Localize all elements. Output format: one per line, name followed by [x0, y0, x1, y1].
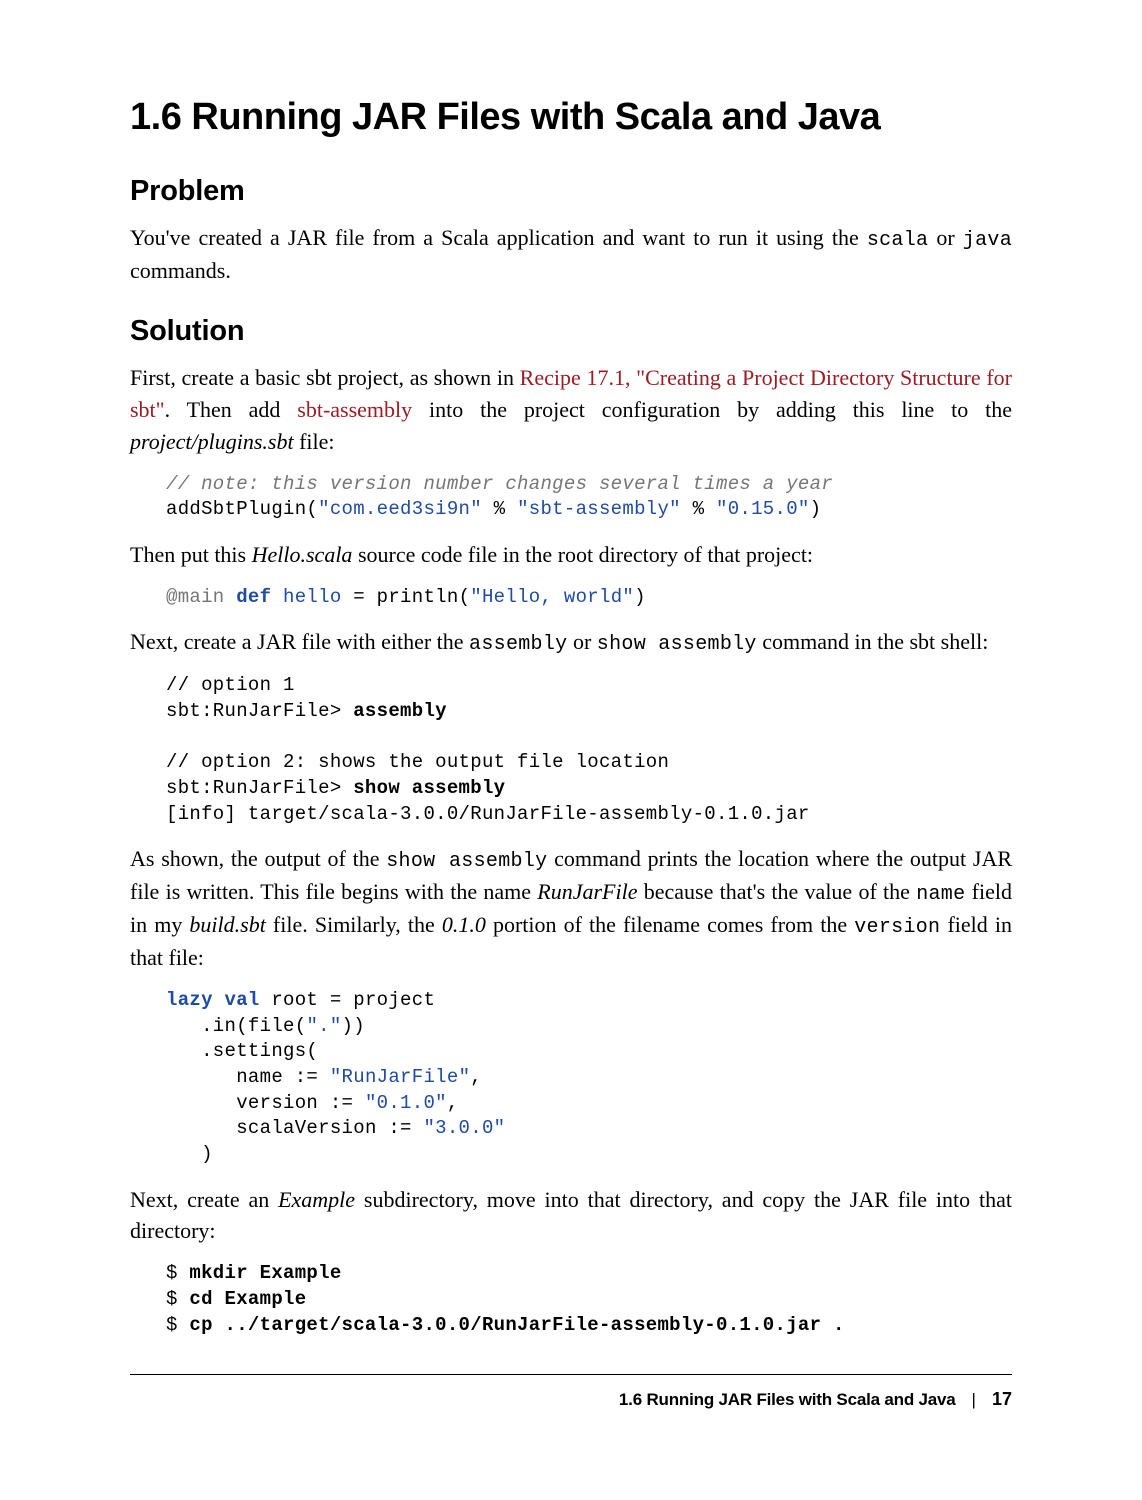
code-block-plugins: // note: this version number changes sev… — [130, 472, 1012, 523]
text: command in the sbt shell: — [757, 629, 989, 654]
text: or — [928, 225, 962, 250]
text: because that's the value of the — [637, 879, 916, 904]
file-name: Hello.scala — [252, 542, 353, 567]
code-text: , — [470, 1066, 482, 1088]
text: portion of the filename comes from the — [486, 912, 854, 937]
code-text: addSbtPlugin( — [166, 498, 318, 520]
code-command: assembly — [353, 700, 447, 722]
code-name: hello — [283, 586, 342, 608]
solution-paragraph-1: First, create a basic sbt project, as sh… — [130, 362, 1012, 458]
file-name: project/plugins.sbt — [130, 429, 294, 454]
code-text: ) — [166, 1143, 213, 1165]
text: As shown, the output of the — [130, 846, 386, 871]
file-name: build.sbt — [189, 912, 265, 937]
solution-paragraph-5: Next, create an Example subdirectory, mo… — [130, 1184, 1012, 1248]
code-keyword: def — [236, 586, 271, 608]
code-string: "com.eed3si9n" — [318, 498, 482, 520]
code-text: , — [447, 1092, 459, 1114]
code-text: // option 1 — [166, 674, 295, 696]
code-text: ) — [810, 498, 822, 520]
code-block-sbt-shell: // option 1 sbt:RunJarFile> assembly // … — [130, 673, 1012, 827]
term: RunJarFile — [537, 879, 637, 904]
code-string: "0.15.0" — [716, 498, 810, 520]
code-text: name := — [166, 1066, 330, 1088]
page-footer: 1.6 Running JAR Files with Scala and Jav… — [130, 1374, 1012, 1410]
footer-separator: | — [972, 1390, 976, 1410]
text: Next, create an — [130, 1187, 278, 1212]
code-command: cd Example — [189, 1288, 306, 1310]
code-text: % — [482, 498, 517, 520]
text: First, create a basic sbt project, as sh… — [130, 365, 520, 390]
page-content: 1.6 Running JAR Files with Scala and Jav… — [0, 0, 1142, 1338]
inline-code: name — [916, 883, 965, 906]
code-prompt: $ — [166, 1314, 189, 1336]
solution-paragraph-3: Next, create a JAR file with either the … — [130, 626, 1012, 659]
sbt-assembly-link[interactable]: sbt-assembly — [297, 397, 412, 422]
footer-section-title: 1.6 Running JAR Files with Scala and Jav… — [619, 1390, 956, 1410]
page-number: 17 — [992, 1389, 1012, 1410]
text: or — [567, 629, 596, 654]
code-text: = println( — [342, 586, 471, 608]
code-block-buildsbt: lazy val root = project .in(file(".")) .… — [130, 988, 1012, 1167]
code-text: sbt:RunJarFile> — [166, 700, 353, 722]
code-text: ) — [634, 586, 646, 608]
code-text: // option 2: shows the output file locat… — [166, 751, 669, 773]
solution-paragraph-4: As shown, the output of the show assembl… — [130, 843, 1012, 974]
code-string: "0.1.0" — [365, 1092, 447, 1114]
code-text: [info] target/scala-3.0.0/RunJarFile-ass… — [166, 803, 810, 825]
code-annotation: @main — [166, 586, 225, 608]
code-keyword: lazy val — [166, 989, 260, 1011]
code-text: )) — [342, 1015, 365, 1037]
text: file: — [294, 429, 335, 454]
text: You've created a JAR file from a Scala a… — [130, 225, 867, 250]
text: file. Similarly, the — [266, 912, 442, 937]
code-string: "Hello, world" — [470, 586, 634, 608]
problem-heading: Problem — [130, 175, 1012, 208]
code-block-hello: @main def hello = println("Hello, world"… — [130, 585, 1012, 611]
solution-heading: Solution — [130, 315, 1012, 348]
text: Then put this — [130, 542, 252, 567]
text: . Then add — [165, 397, 298, 422]
term: 0.1.0 — [442, 912, 486, 937]
inline-code: java — [963, 229, 1012, 252]
code-command: cp ../target/scala-3.0.0/RunJarFile-asse… — [189, 1314, 844, 1336]
code-text: .in(file( — [166, 1015, 306, 1037]
code-text: scalaVersion := — [166, 1117, 423, 1139]
code-command: mkdir Example — [189, 1262, 341, 1284]
code-prompt: $ — [166, 1262, 189, 1284]
code-text: sbt:RunJarFile> — [166, 777, 353, 799]
solution-paragraph-2: Then put this Hello.scala source code fi… — [130, 539, 1012, 571]
code-text: root = project — [260, 989, 436, 1011]
code-block-shell: $ mkdir Example $ cd Example $ cp ../tar… — [130, 1261, 1012, 1338]
code-text — [225, 586, 237, 608]
code-command: show assembly — [353, 777, 505, 799]
code-string: "RunJarFile" — [330, 1066, 470, 1088]
inline-code: assembly — [469, 633, 567, 656]
term: Example — [278, 1187, 355, 1212]
inline-code: show assembly — [386, 850, 547, 873]
inline-code: scala — [867, 229, 929, 252]
section-heading: 1.6 Running JAR Files with Scala and Jav… — [130, 96, 1012, 139]
text: source code file in the root directory o… — [352, 542, 813, 567]
code-text: version := — [166, 1092, 365, 1114]
code-string: "." — [306, 1015, 341, 1037]
code-text — [271, 586, 283, 608]
text: Next, create a JAR file with either the — [130, 629, 469, 654]
code-comment: // note: this version number changes sev… — [166, 473, 833, 495]
inline-code: version — [854, 916, 940, 939]
code-text: .settings( — [166, 1040, 318, 1062]
code-prompt: $ — [166, 1288, 189, 1310]
problem-paragraph: You've created a JAR file from a Scala a… — [130, 222, 1012, 287]
text: into the project configuration by adding… — [412, 397, 1012, 422]
code-string: "3.0.0" — [423, 1117, 505, 1139]
code-string: "sbt-assembly" — [517, 498, 681, 520]
code-text: % — [681, 498, 716, 520]
text: commands. — [130, 258, 231, 283]
inline-code: show assembly — [597, 633, 757, 656]
